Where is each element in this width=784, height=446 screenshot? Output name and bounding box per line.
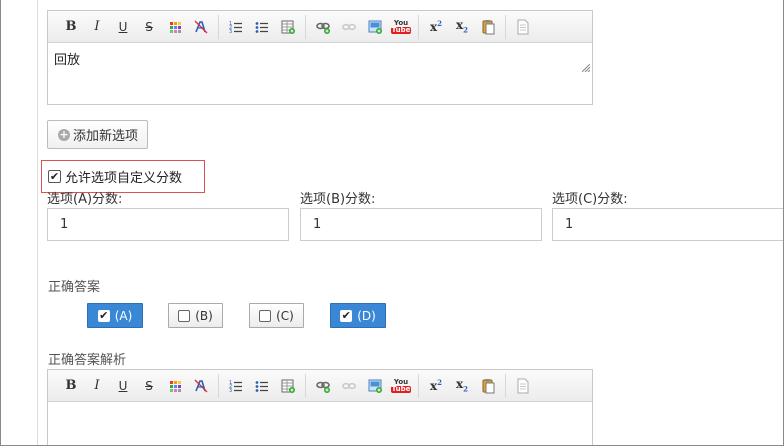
plus-icon: + xyxy=(58,127,70,141)
superscript-icon[interactable]: x2 xyxy=(423,16,449,38)
answer-b-checkbox xyxy=(178,309,191,322)
insert-link-icon[interactable] xyxy=(310,16,336,38)
insert-table-icon[interactable] xyxy=(275,375,301,397)
paste-icon[interactable] xyxy=(475,16,501,38)
score-a-label: 选项(A)分数: xyxy=(47,192,123,207)
score-c-input[interactable]: 1 xyxy=(552,208,783,241)
analysis-title: 正确答案解析 xyxy=(48,353,127,368)
score-a-input[interactable]: 1 xyxy=(47,208,289,241)
toolbar-group: BIUS xyxy=(54,373,219,398)
underline-icon[interactable]: U xyxy=(110,16,136,38)
add-option-button[interactable]: + 添加新选项 xyxy=(47,120,148,149)
add-option-label: 添加新选项 xyxy=(73,129,139,144)
toolbar-group: 123 xyxy=(219,14,306,39)
italic-icon[interactable]: I xyxy=(84,16,110,38)
editor-content[interactable] xyxy=(48,402,592,414)
answer-a-button[interactable]: (A) xyxy=(87,303,143,328)
toolbar-group xyxy=(506,15,540,39)
editor-content[interactable]: 回放 xyxy=(48,43,592,74)
answer-b-button[interactable]: (B) xyxy=(168,303,223,328)
strikethrough-icon[interactable]: S xyxy=(136,375,162,397)
superscript-icon[interactable]: x2 xyxy=(423,375,449,397)
unordered-list-icon[interactable] xyxy=(249,375,275,397)
youtube-icon[interactable]: You Tube xyxy=(388,375,414,397)
insert-table-icon[interactable] xyxy=(275,16,301,38)
source-icon[interactable] xyxy=(510,375,536,397)
clear-format-icon[interactable] xyxy=(188,375,214,397)
svg-text:3: 3 xyxy=(229,29,232,35)
youtube-icon[interactable]: You Tube xyxy=(388,16,414,38)
answer-c-button[interactable]: (C) xyxy=(249,303,304,328)
text-color-icon[interactable] xyxy=(162,375,188,397)
editor-toolbar: B I U S 1 2 3 You Tube x2 x2 xyxy=(48,11,592,43)
italic-icon[interactable]: I xyxy=(84,375,110,397)
unlink-icon[interactable] xyxy=(336,375,362,397)
paste-icon[interactable] xyxy=(475,375,501,397)
answer-d-button[interactable]: (D) xyxy=(330,303,386,328)
option-editor[interactable]: B I U S 1 2 3 You Tube x2 x2 回放 xyxy=(47,10,593,105)
page-frame: BIUS123YouTubex2x2 回放 + 添加新选项 允许选项自定义分数 … xyxy=(0,0,784,446)
answer-c-label: (C) xyxy=(276,308,294,323)
score-c-label: 选项(C)分数: xyxy=(552,192,628,207)
editor-toolbar: B I U S 1 2 3 You Tube x2 x2 xyxy=(48,370,592,402)
answer-a-label: (A) xyxy=(114,308,133,323)
answer-b-label: (B) xyxy=(195,308,213,323)
bold-icon[interactable]: B xyxy=(58,375,84,397)
correct-answer-title: 正确答案 xyxy=(48,280,101,295)
answer-c-checkbox xyxy=(259,309,272,322)
editor-text: 回放 xyxy=(54,53,81,68)
resize-grip-icon[interactable] xyxy=(582,64,590,72)
custom-score-checkbox[interactable] xyxy=(48,170,61,183)
answer-d-checkbox xyxy=(340,309,353,322)
toolbar-group: BIUS xyxy=(54,14,219,39)
insert-link-icon[interactable] xyxy=(310,375,336,397)
subscript-icon[interactable]: x2 xyxy=(449,16,475,38)
toolbar-group: You Tube xyxy=(306,373,419,398)
bold-icon[interactable]: B xyxy=(58,16,84,38)
ordered-list-icon[interactable]: 123 xyxy=(223,375,249,397)
insert-image-icon[interactable] xyxy=(362,375,388,397)
answer-d-label: (D) xyxy=(357,308,376,323)
strikethrough-icon[interactable]: S xyxy=(136,16,162,38)
svg-text:3: 3 xyxy=(229,388,232,394)
toolbar-group: x2 x2 xyxy=(419,373,506,398)
text-color-icon[interactable] xyxy=(162,16,188,38)
ordered-list-icon[interactable]: 123 xyxy=(223,16,249,38)
underline-icon[interactable]: U xyxy=(110,375,136,397)
left-guide-line xyxy=(37,0,38,445)
unlink-icon[interactable] xyxy=(336,16,362,38)
score-b-input[interactable]: 1 xyxy=(300,208,542,241)
score-b-label: 选项(B)分数: xyxy=(300,192,376,207)
toolbar-group xyxy=(506,374,540,398)
analysis-editor[interactable]: B I U S 1 2 3 You Tube x2 x2 xyxy=(47,369,593,445)
answer-a-checkbox xyxy=(97,309,110,322)
custom-score-label: 允许选项自定义分数 xyxy=(65,171,183,186)
subscript-icon[interactable]: x2 xyxy=(449,375,475,397)
toolbar-group: You Tube xyxy=(306,14,419,39)
source-icon[interactable] xyxy=(510,16,536,38)
unordered-list-icon[interactable] xyxy=(249,16,275,38)
clear-format-icon[interactable] xyxy=(188,16,214,38)
toolbar-group: x2 x2 xyxy=(419,14,506,39)
insert-image-icon[interactable] xyxy=(362,16,388,38)
toolbar-group: 123 xyxy=(219,373,306,398)
